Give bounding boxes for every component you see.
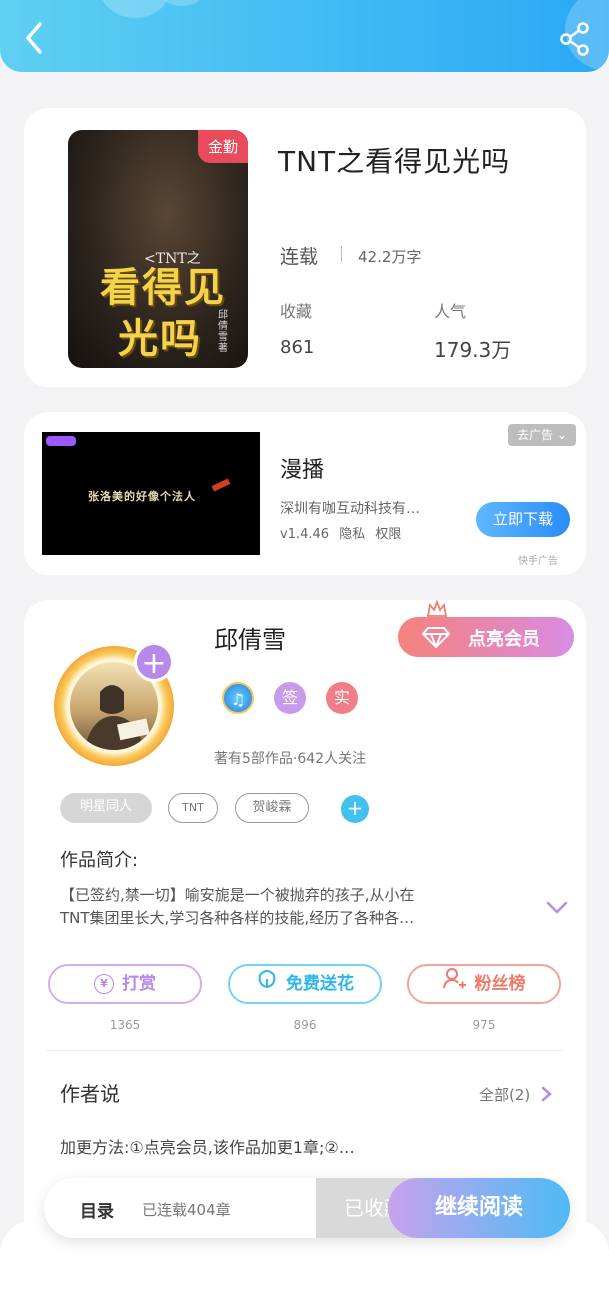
ad-privacy-link[interactable]: 隐私	[339, 527, 365, 542]
intro-line-1: 【已签约,禁一切】喻安旎是一个被抛弃的孩子,从小在	[60, 886, 415, 904]
chevron-down-icon[interactable]	[546, 900, 568, 919]
intro-text[interactable]: 【已签约,禁一切】喻安旎是一个被抛弃的孩子,从小在 TNT集团里长大,学习各种各…	[60, 884, 530, 930]
ad-card[interactable]: 张洛美的好像个法人 去广告 ⌄ 漫播 深圳有咖互动科技有… v1.4.46 隐私…	[24, 412, 586, 575]
favorites-value: 861	[280, 337, 315, 358]
ad-image-caption: 张洛美的好像个法人	[88, 490, 196, 503]
author-says-all-label: 全部(2)	[479, 1086, 531, 1104]
ad-download-button[interactable]: 立即下载	[476, 502, 570, 537]
catalog-status[interactable]: 已连载404章	[142, 1199, 231, 1220]
ad-permission-link[interactable]: 权限	[375, 527, 401, 542]
tip-label: 打赏	[122, 974, 156, 994]
follow-plus-button[interactable]: +	[134, 642, 174, 682]
author-name[interactable]: 邱倩雪	[214, 620, 286, 655]
back-arrow-icon[interactable]	[18, 18, 52, 58]
section-divider	[46, 1050, 564, 1051]
intro-line-2: TNT集团里长大,学习各种各样的技能,经历了各种各…	[60, 909, 415, 927]
ad-source: 快手广告	[518, 556, 558, 567]
tag-chip[interactable]: 贺峻霖	[235, 793, 309, 823]
music-badge-icon[interactable]: ♫	[222, 682, 254, 714]
diamond-icon	[421, 626, 451, 653]
tip-count: 1365	[109, 1018, 141, 1032]
ad-image-logo	[46, 436, 76, 446]
book-info-card: 金勤 <TNT之 看得见 光吗 邱倩雪 著 TNT之看得见光吗 连载 42.2万…	[24, 108, 586, 387]
top-header	[0, 0, 609, 72]
ad-meta: v1.4.46 隐私 权限	[280, 523, 401, 542]
ad-image[interactable]: 张洛美的好像个法人	[42, 432, 260, 555]
ad-app-name: 漫播	[280, 458, 325, 483]
popularity-value: 179.3万	[434, 338, 512, 362]
cover-title-big-2: 光吗	[118, 315, 202, 362]
remove-ad-label: 去广告	[517, 428, 554, 442]
cover-author: 邱倩雪 著	[218, 310, 228, 354]
word-count: 42.2万字	[358, 248, 422, 266]
remove-ad-button[interactable]: 去广告 ⌄	[508, 424, 576, 446]
cover-title-big-1: 看得见	[100, 264, 226, 311]
add-tag-button[interactable]: +	[341, 795, 369, 823]
favorites-label: 收藏	[280, 302, 313, 321]
tag-chip[interactable]: 明星同人	[60, 793, 152, 823]
ad-image-mark	[211, 478, 231, 492]
send-flower-button[interactable]: 免费送花	[228, 964, 382, 1004]
intro-label: 作品简介:	[60, 850, 139, 871]
activate-vip-button[interactable]: 点亮会员	[398, 617, 574, 657]
verified-badge-icon[interactable]: 实	[326, 682, 358, 714]
author-says-label: 作者说	[60, 1082, 120, 1106]
author-says-all-link[interactable]: 全部(2)	[479, 1084, 553, 1105]
book-status: 连载	[280, 246, 319, 268]
fan-ranking-label: 粉丝榜	[474, 974, 526, 994]
tip-button[interactable]: ¥ 打赏	[48, 964, 202, 1004]
ad-company: 深圳有咖互动科技有…	[280, 501, 420, 517]
send-flower-label: 免费送花	[286, 974, 354, 994]
yuan-icon: ¥	[94, 974, 114, 994]
book-cover-image[interactable]: 金勤 <TNT之 看得见 光吗 邱倩雪 著	[68, 130, 248, 368]
fans-count: 975	[472, 1018, 496, 1032]
share-icon[interactable]	[559, 22, 591, 56]
author-stats: 著有5部作品·642人关注	[214, 751, 367, 767]
status-divider	[341, 246, 342, 262]
tag-chip[interactable]: TNT	[168, 793, 218, 823]
flower-count: 896	[293, 1018, 317, 1032]
fans-icon	[442, 966, 467, 1002]
author-says-text[interactable]: 加更方法:①点亮会员,该作品加更1章;②…	[60, 1134, 355, 1158]
chevron-right-icon	[541, 1086, 552, 1102]
continue-reading-button[interactable]: 继续阅读	[388, 1178, 570, 1238]
ad-version: v1.4.46	[280, 527, 330, 542]
flower-icon	[256, 966, 278, 1002]
signed-badge-icon[interactable]: 签	[274, 682, 306, 714]
popularity-label: 人气	[434, 302, 467, 321]
fan-ranking-button[interactable]: 粉丝榜	[407, 964, 561, 1004]
catalog-button[interactable]: 目录	[80, 1197, 114, 1222]
bottom-action-bar: 目录 已连载404章 已收藏 继续阅读	[44, 1178, 570, 1238]
vip-label: 点亮会员	[468, 629, 540, 650]
book-title: TNT之看得见光吗	[278, 145, 511, 178]
cover-badge: 金勤	[197, 130, 248, 163]
